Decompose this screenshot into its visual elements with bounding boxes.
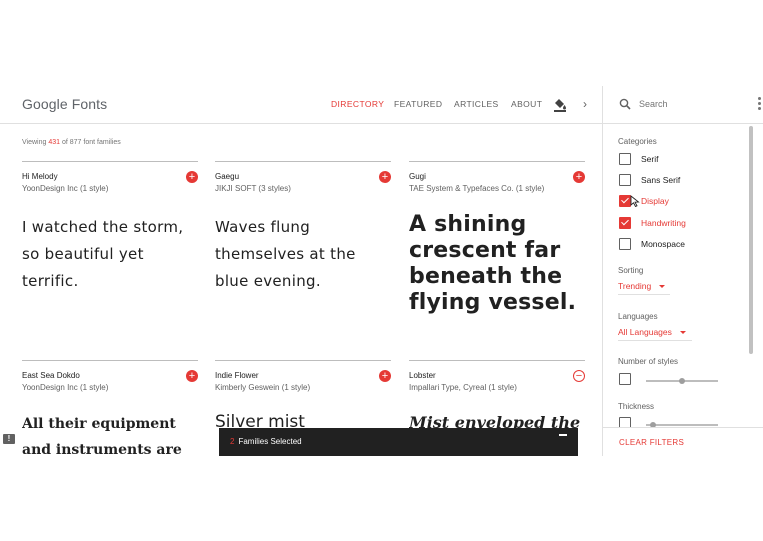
viewing-count: Viewing 431 of 877 font families [22,139,121,146]
font-card-gugi[interactable]: Gugi TAE System & Typefaces Co. (1 style… [409,161,585,351]
font-designer: Kimberly Geswein (1 style) [215,383,311,392]
font-card-gaegu[interactable]: Gaegu JIKJI SOFT (3 styles) + Waves flun… [215,161,391,351]
families-selected-label: 2 Families Selected [230,437,302,446]
category-label: Display [641,196,669,206]
sample-line: A shining [409,212,527,237]
sample-line: flying vessel. [409,290,577,315]
font-name: Indie Flower [215,371,259,380]
mouse-pointer-icon [630,195,640,207]
feedback-icon[interactable]: ! [3,434,15,444]
google-fonts-app: Google Fonts DIRECTORY FEATURED ARTICLES… [0,86,763,456]
sorting-value: Trending [618,281,652,291]
add-font-button[interactable]: + [573,171,585,183]
monospace-checkbox[interactable] [619,238,631,250]
paint-bucket-icon[interactable] [553,96,567,112]
languages-value: All Languages [618,327,672,337]
add-font-button[interactable]: + [186,171,198,183]
remove-font-button[interactable]: − [573,370,585,382]
search-input[interactable]: Search [639,99,668,109]
number-of-styles-label: Number of styles [618,357,679,366]
viewing-prefix: Viewing [22,139,49,146]
font-name: East Sea Dokdo [22,371,80,380]
font-card-east-sea-dokdo[interactable]: East Sea Dokdo YoonDesign Inc (1 style) … [22,360,198,456]
dropdown-arrow-icon [659,285,666,289]
languages-label: Languages [618,312,658,321]
font-designer: JIKJI SOFT (3 styles) [215,184,291,193]
font-designer: Impallari Type, Cyreal (1 style) [409,383,517,392]
thickness-label: Thickness [618,402,655,411]
languages-dropdown[interactable]: All Languages [618,327,692,341]
sample-line: themselves at the [215,245,356,263]
font-designer: YoonDesign Inc (1 style) [22,184,109,193]
add-font-button[interactable]: + [379,370,391,382]
sans-serif-checkbox[interactable] [619,174,631,186]
search-icon[interactable] [619,98,631,110]
font-name: Lobster [409,371,436,380]
nav-articles[interactable]: ARTICLES [454,99,499,109]
sorting-label: Sorting [618,266,644,275]
sample-line: terrific. [22,272,79,290]
families-selected-count: 2 [230,437,235,446]
font-designer: YoonDesign Inc (1 style) [22,383,109,392]
add-font-button[interactable]: + [379,171,391,183]
font-name: Gaegu [215,172,240,181]
viewing-shown-count: 431 [48,139,61,146]
sample-line: so beautiful yet [22,245,144,263]
filter-sidebar: Categories Serif Sans Serif Display Hand… [603,124,763,456]
number-of-styles-checkbox[interactable] [619,373,631,385]
sidebar-footer: CLEAR FILTERS [603,427,763,456]
category-label: Handwriting [641,218,686,228]
families-selected-text: Families Selected [238,437,302,446]
sample-line: blue evening. [215,272,321,290]
google-fonts-logo[interactable]: Google Fonts [22,96,107,112]
serif-checkbox[interactable] [619,153,631,165]
more-vert-icon[interactable] [758,97,761,111]
font-card-hi-melody[interactable]: Hi Melody YoonDesign Inc (1 style) + I w… [22,161,198,351]
minimize-icon[interactable] [559,434,567,436]
sample-line: and instruments are [22,442,182,456]
add-font-button[interactable]: + [186,370,198,382]
font-designer: TAE System & Typefaces Co. (1 style) [409,184,545,193]
number-of-styles-slider[interactable] [646,378,718,384]
category-label: Sans Serif [641,175,681,185]
categories-label: Categories [618,137,657,146]
font-sample: Waves flung themselves at the blue eveni… [215,214,395,295]
handwriting-checkbox[interactable] [619,217,631,229]
thickness-slider[interactable] [646,422,718,428]
font-sample: I watched the storm, so beautiful yet te… [22,214,202,295]
clear-filters-button[interactable]: CLEAR FILTERS [619,438,684,447]
category-label: Serif [641,154,659,164]
font-sample: A shining crescent far beneath the flyin… [409,212,589,316]
sidebar-scrollbar[interactable] [749,126,753,354]
dropdown-arrow-icon [679,331,686,335]
sample-line: I watched the storm, [22,218,184,236]
nav-featured[interactable]: FEATURED [394,99,442,109]
nav-directory[interactable]: DIRECTORY [331,99,384,109]
font-name: Hi Melody [22,172,58,181]
font-sample: All their equipment and instruments are [22,411,198,456]
chevron-right-icon[interactable]: › [583,97,587,111]
top-header: Google Fonts DIRECTORY FEATURED ARTICLES… [0,86,763,124]
sample-line: beneath the [409,264,563,289]
sorting-dropdown[interactable]: Trending [618,281,670,295]
families-selected-drawer[interactable]: 2 Families Selected [219,428,578,456]
category-label: Monospace [641,239,685,249]
sample-line: crescent far [409,238,561,263]
sample-line: Waves flung [215,218,311,236]
slider-thumb[interactable] [679,378,685,384]
viewing-suffix: of 877 font families [60,139,121,146]
font-name: Gugi [409,172,426,181]
nav-about[interactable]: ABOUT [511,99,542,109]
sample-line: All their equipment [22,416,176,432]
